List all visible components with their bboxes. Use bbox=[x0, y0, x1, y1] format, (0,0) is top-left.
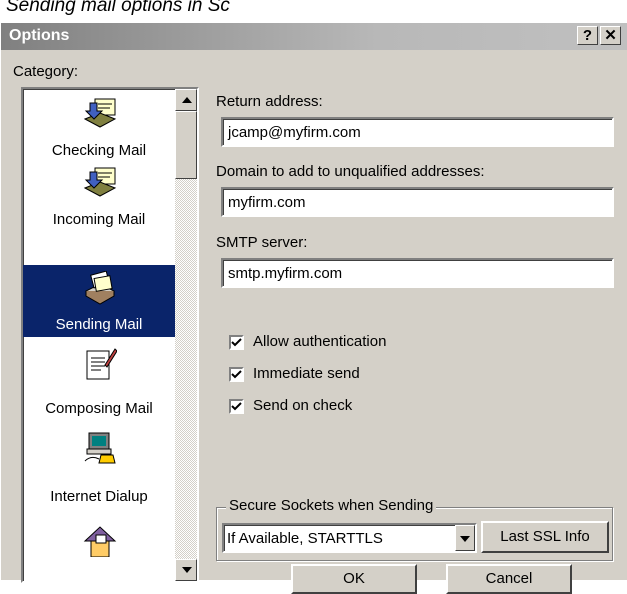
immediate-send-label[interactable]: Immediate send bbox=[253, 365, 360, 382]
ok-button[interactable]: OK bbox=[291, 564, 417, 594]
category-item-incoming-mail[interactable]: Incoming Mail bbox=[23, 162, 175, 232]
title-bar: Options ? ✕ bbox=[1, 23, 627, 50]
check-icon bbox=[231, 402, 242, 411]
page-caption: Sending mail options in Sc bbox=[6, 0, 230, 16]
ssl-mode-select[interactable]: If Available, STARTTLS bbox=[222, 523, 477, 553]
window-title: Options bbox=[9, 27, 70, 44]
domain-label: Domain to add to unqualified addresses: bbox=[216, 163, 485, 180]
send-on-check-label[interactable]: Send on check bbox=[253, 397, 352, 414]
computer-phone-icon bbox=[84, 432, 116, 464]
options-dialog: Options ? ✕ Category: Checking Mail Inco… bbox=[0, 22, 627, 594]
return-address-field[interactable]: jcamp@myfirm.com bbox=[221, 117, 614, 147]
chevron-down-icon bbox=[460, 536, 470, 542]
allow-authentication-label[interactable]: Allow authentication bbox=[253, 333, 386, 350]
category-label-text: Internet Dialup bbox=[50, 488, 148, 505]
scroll-down-button[interactable] bbox=[175, 559, 197, 581]
category-label-text: Incoming Mail bbox=[52, 211, 146, 228]
smtp-server-value: smtp.myfirm.com bbox=[228, 265, 343, 282]
return-address-value: jcamp@myfirm.com bbox=[228, 124, 361, 141]
document-pencil-icon bbox=[86, 348, 117, 380]
category-item-checking-mail[interactable]: Checking Mail bbox=[23, 93, 175, 163]
house-mail-icon bbox=[83, 526, 117, 557]
mail-send-icon bbox=[84, 271, 116, 305]
ssl-mode-dropdown-button[interactable] bbox=[455, 525, 475, 551]
return-address-label: Return address: bbox=[216, 93, 323, 110]
category-label-text: Sending Mail bbox=[55, 316, 143, 333]
mailbox-download-icon bbox=[83, 98, 117, 128]
category-item-internet-dialup[interactable]: Internet Dialup bbox=[23, 427, 175, 509]
domain-value: myfirm.com bbox=[228, 194, 306, 211]
category-item-house-mail[interactable] bbox=[23, 519, 175, 581]
close-button[interactable]: ✕ bbox=[600, 26, 621, 45]
chevron-down-icon bbox=[182, 567, 192, 573]
cancel-button[interactable]: Cancel bbox=[446, 564, 572, 594]
mailbox-download-icon bbox=[83, 167, 117, 197]
help-button[interactable]: ? bbox=[577, 26, 598, 45]
category-list[interactable]: Checking Mail Incoming Mail Sending Mail bbox=[21, 87, 199, 583]
secure-sockets-group-label: Secure Sockets when Sending bbox=[226, 497, 437, 514]
scroll-thumb[interactable] bbox=[175, 111, 197, 179]
send-on-check-checkbox[interactable] bbox=[229, 399, 244, 414]
category-label-text: Composing Mail bbox=[45, 400, 153, 417]
category-item-sending-mail[interactable]: Sending Mail bbox=[23, 265, 175, 337]
last-ssl-info-button[interactable]: Last SSL Info bbox=[481, 521, 609, 553]
category-label-text: Checking Mail bbox=[51, 142, 147, 159]
chevron-up-icon bbox=[182, 97, 192, 103]
allow-authentication-checkbox[interactable] bbox=[229, 335, 244, 350]
scroll-up-button[interactable] bbox=[175, 89, 197, 111]
category-scrollbar[interactable] bbox=[175, 89, 197, 581]
category-label: Category: bbox=[13, 63, 79, 80]
domain-field[interactable]: myfirm.com bbox=[221, 187, 614, 217]
check-icon bbox=[231, 338, 242, 347]
smtp-server-label: SMTP server: bbox=[216, 234, 308, 251]
ssl-mode-value: If Available, STARTTLS bbox=[227, 530, 383, 547]
smtp-server-field[interactable]: smtp.myfirm.com bbox=[221, 258, 614, 288]
category-item-composing-mail[interactable]: Composing Mail bbox=[23, 343, 175, 421]
check-icon bbox=[231, 370, 242, 379]
immediate-send-checkbox[interactable] bbox=[229, 367, 244, 382]
